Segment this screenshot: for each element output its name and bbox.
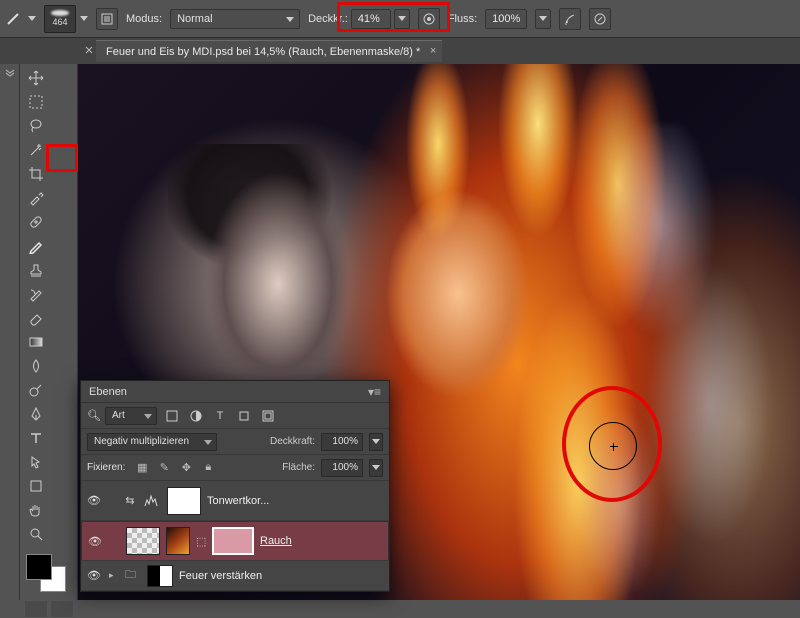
lock-row: Fixieren: ▦ ✎ ✥ 🔒︎ Fläche: 100% [81, 455, 389, 481]
layer-row[interactable]: 👁︎ ⇆ Tonwertkor... [81, 481, 389, 521]
path-select-tool-icon[interactable] [23, 451, 49, 473]
marquee-tool-icon[interactable] [23, 91, 49, 113]
pressure-size-icon[interactable] [589, 8, 611, 30]
layer-blendmode-select[interactable]: Negativ multiplizieren [87, 433, 217, 451]
fill-input[interactable]: 100% [321, 459, 363, 477]
layer-opacity-label: Deckkraft: [270, 436, 315, 447]
folder-icon: 🗀 [125, 566, 141, 585]
layer-name[interactable]: Rauch [260, 535, 292, 547]
type-tool-icon[interactable] [23, 427, 49, 449]
flow-caret[interactable] [535, 9, 551, 29]
artwork-smoke [540, 124, 800, 600]
levels-adj-icon [141, 494, 161, 508]
brush-cursor-icon [589, 422, 637, 470]
collapse-arrows-icon[interactable] [82, 44, 96, 58]
hand-tool-icon[interactable] [23, 499, 49, 521]
lasso-tool-icon[interactable] [23, 115, 49, 137]
expand-icon[interactable]: ▸ [109, 570, 119, 581]
eyedropper-tool-icon[interactable] [23, 187, 49, 209]
filter-search-icon[interactable]: 🔍︎ [87, 409, 99, 422]
tool-preset-caret[interactable] [28, 16, 36, 21]
blend-mode-select[interactable]: Normal [170, 9, 300, 29]
lock-paint-icon[interactable]: ✎ [157, 461, 171, 474]
layer-opacity-input[interactable]: 100% [321, 433, 363, 451]
dodge-tool-icon[interactable] [23, 379, 49, 401]
lock-label: Fixieren: [87, 462, 125, 473]
annotation-opacity-highlight [337, 2, 450, 32]
tool-preset-icon[interactable] [6, 12, 20, 26]
airbrush-icon[interactable] [559, 8, 581, 30]
fill-label: Fläche: [282, 462, 315, 473]
layer-thumb[interactable] [166, 527, 190, 555]
layer-row[interactable]: 👁︎ ⬚ Rauch [81, 521, 389, 561]
mode-label: Modus: [126, 13, 162, 25]
close-tab-icon[interactable]: × [430, 45, 436, 57]
fill-caret[interactable] [369, 459, 383, 477]
color-swatches[interactable] [24, 552, 73, 592]
filter-type-icon[interactable]: T [211, 408, 229, 424]
visibility-icon[interactable]: 👁︎ [86, 535, 104, 548]
screenmode-icon[interactable] [50, 600, 74, 618]
layers-panel-title[interactable]: Ebenen [89, 386, 127, 398]
layer-opacity-caret[interactable] [369, 433, 383, 451]
stamp-tool-icon[interactable] [23, 259, 49, 281]
annotation-brush-highlight [46, 144, 78, 172]
layer-name[interactable]: Tonwertkor... [207, 495, 269, 507]
brush-preset-picker[interactable]: 464 [44, 5, 88, 33]
visibility-icon[interactable]: 👁︎ [85, 494, 103, 507]
eraser-tool-icon[interactable] [23, 307, 49, 329]
brush-tool-icon[interactable] [23, 235, 49, 257]
document-tab-strip: Feuer und Eis by MDI.psd bei 14,5% (Rauc… [0, 38, 800, 64]
tool-column-handle [0, 64, 20, 600]
layer-name[interactable]: Feuer verstärken [179, 570, 262, 582]
filter-pixel-icon[interactable] [163, 408, 181, 424]
layer-filter-row: 🔍︎ Art T [81, 403, 389, 429]
link-icon[interactable]: ⇆ [125, 494, 135, 507]
link-icon[interactable]: ⬚ [196, 535, 206, 548]
filter-kind-select[interactable]: Art [105, 407, 157, 425]
shape-tool-icon[interactable] [23, 475, 49, 497]
blur-tool-icon[interactable] [23, 355, 49, 377]
history-brush-tool-icon[interactable] [23, 283, 49, 305]
filter-shape-icon[interactable] [235, 408, 253, 424]
move-tool-icon[interactable] [23, 67, 49, 89]
pen-tool-icon[interactable] [23, 403, 49, 425]
flow-input[interactable]: 100% [485, 9, 527, 29]
visibility-icon[interactable]: 👁︎ [85, 569, 103, 582]
brush-size-value: 464 [52, 17, 67, 27]
zoom-tool-icon[interactable] [23, 523, 49, 545]
document-tab[interactable]: Feuer und Eis by MDI.psd bei 14,5% (Rauc… [96, 40, 442, 62]
lock-transparent-icon[interactable]: ▦ [135, 461, 149, 474]
brush-panel-toggle-icon[interactable] [96, 8, 118, 30]
filter-smart-icon[interactable] [259, 408, 277, 424]
blend-row: Negativ multiplizieren Deckkraft: 100% [81, 429, 389, 455]
layer-row[interactable]: 👁︎ ▸ 🗀 Feuer verstärken [81, 561, 389, 591]
mask-thumb[interactable] [212, 527, 254, 555]
lock-position-icon[interactable]: ✥ [179, 461, 193, 474]
flow-label: Fluss: [448, 13, 477, 25]
lock-all-icon[interactable]: 🔒︎ [201, 461, 215, 474]
quickmask-row [24, 600, 74, 618]
double-caret-icon[interactable] [5, 69, 15, 77]
blend-mode-value: Normal [177, 13, 212, 25]
filter-adjust-icon[interactable] [187, 408, 205, 424]
layers-panel: Ebenen ▾≡ 🔍︎ Art T Negativ multipliziere… [80, 380, 390, 592]
foreground-color[interactable] [26, 554, 52, 580]
gradient-tool-icon[interactable] [23, 331, 49, 353]
quickmask-icon[interactable] [24, 600, 48, 618]
mask-thumb[interactable] [167, 487, 201, 515]
layer-list: 👁︎ ⇆ Tonwertkor... 👁︎ ⬚ Rauch 👁︎ ▸ 🗀 Feu… [81, 481, 389, 591]
heal-tool-icon[interactable] [23, 211, 49, 233]
mask-thumb[interactable] [147, 565, 173, 587]
layer-thumb[interactable] [126, 527, 160, 555]
panel-menu-icon[interactable]: ▾≡ [368, 385, 381, 399]
document-tab-title: Feuer und Eis by MDI.psd bei 14,5% (Rauc… [106, 46, 420, 58]
